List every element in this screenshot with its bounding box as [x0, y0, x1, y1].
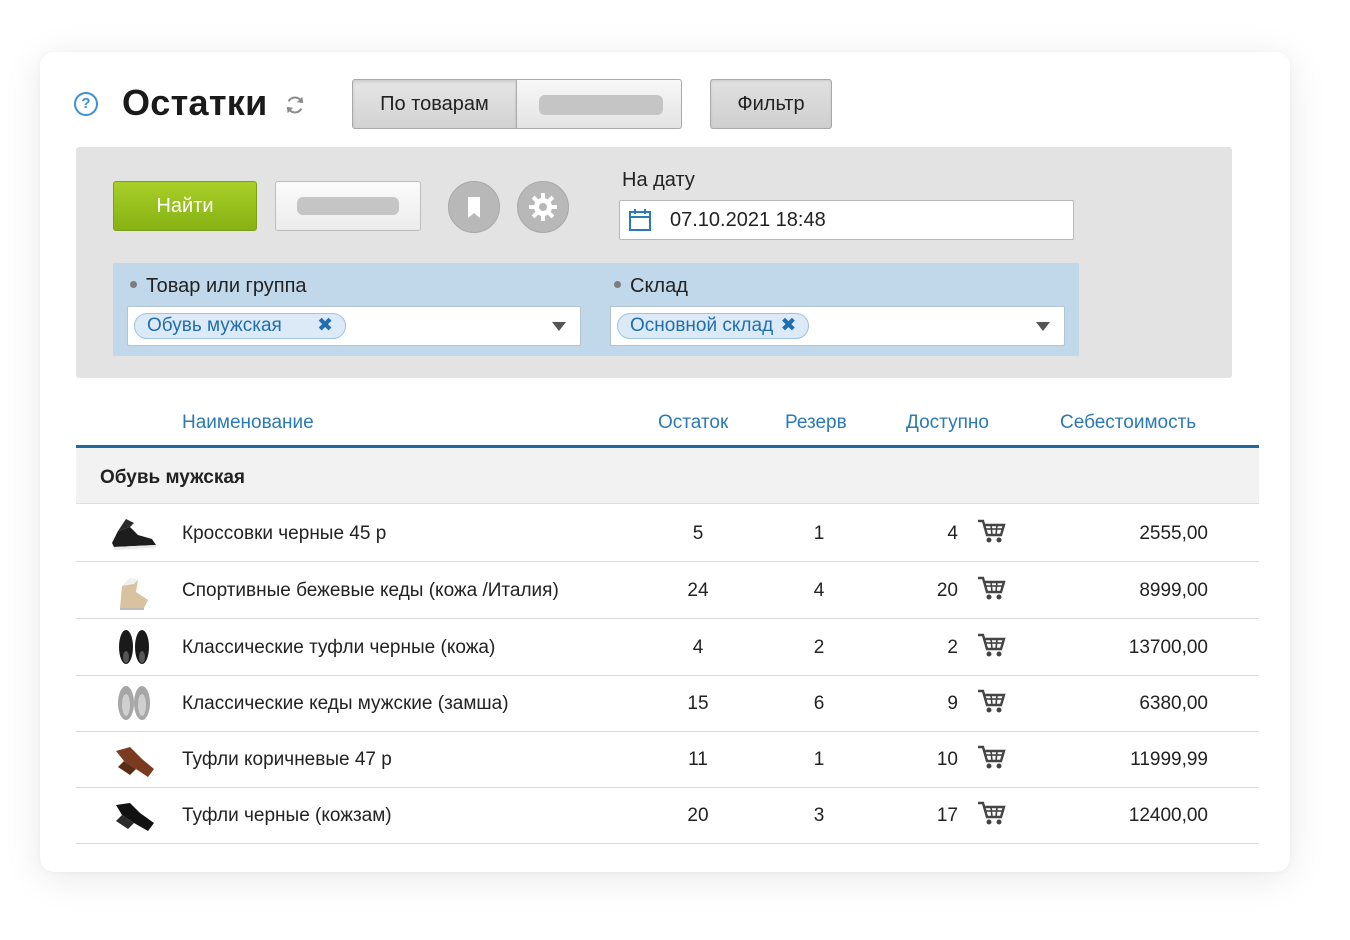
calendar-icon[interactable] [628, 208, 652, 232]
available-value: 2 [947, 637, 958, 658]
dropdown-arrow-icon[interactable] [1036, 322, 1050, 331]
product-name[interactable]: Классические кеды мужские (замша) [182, 693, 509, 715]
column-header-cost[interactable]: Себестоимость [1060, 412, 1196, 434]
cart-icon[interactable] [976, 517, 1006, 545]
tab-second[interactable] [517, 80, 681, 128]
reserve-value: 2 [813, 637, 825, 658]
tab-by-products[interactable]: По товарам [353, 80, 517, 128]
stock-value: 20 [687, 805, 709, 826]
product-thumbnail [118, 686, 150, 720]
tab-placeholder [539, 95, 663, 115]
cost-value: 11999,99 [1130, 749, 1208, 770]
product-chip-label: Обувь мужская [147, 315, 282, 336]
button-placeholder [297, 197, 399, 215]
gear-icon [529, 193, 557, 221]
warehouse-filter-label: Склад [614, 275, 688, 298]
product-thumbnail [119, 630, 149, 664]
table-row[interactable]: Классические туфли черные (кожа) 4 2 2 13700… [76, 619, 1259, 676]
product-thumbnail [120, 578, 148, 610]
page-title: Остатки [122, 82, 268, 123]
reserve-value: 1 [813, 749, 825, 770]
product-filter-label: Товар или группа [130, 275, 307, 298]
column-header-available[interactable]: Доступно [906, 412, 989, 434]
product-thumbnail [116, 747, 154, 777]
column-header-reserve[interactable]: Резерв [785, 412, 847, 434]
cart-icon[interactable] [976, 743, 1006, 771]
warehouse-select[interactable]: Основной склад ✖ [610, 306, 1065, 346]
stock-value: 11 [688, 749, 708, 770]
bullet-icon [130, 281, 137, 289]
product-name[interactable]: Кроссовки черные 45 р [182, 523, 386, 545]
warehouse-filter-label-text: Склад [630, 275, 688, 297]
product-thumbnail [116, 803, 154, 831]
stock-value: 24 [687, 580, 709, 601]
reserve-value: 3 [813, 805, 825, 826]
stock-value: 4 [692, 637, 704, 658]
settings-button[interactable] [517, 181, 569, 233]
available-value: 9 [947, 693, 958, 714]
product-name[interactable]: Туфли черные (кожзам) [182, 805, 392, 827]
bullet-icon [614, 281, 621, 289]
cart-icon[interactable] [976, 631, 1006, 659]
bookmark-icon [468, 197, 480, 218]
table-row[interactable]: Туфли коричневые 47 р 11 1 10 11999,99 [76, 731, 1259, 788]
dropdown-arrow-icon[interactable] [552, 322, 566, 331]
view-toggle: По товарам [352, 79, 682, 129]
table-row[interactable]: Кроссовки черные 45 р 5 1 4 2555,00 [76, 505, 1259, 562]
refresh-icon[interactable] [284, 94, 306, 116]
cost-value: 8999,00 [1139, 580, 1208, 601]
reserve-value: 6 [813, 693, 825, 714]
secondary-button[interactable] [275, 181, 421, 231]
table-row[interactable]: Туфли черные (кожзам) 20 3 17 12400,00 [76, 787, 1259, 844]
table-row[interactable]: Спортивные бежевые кеды (кожа /Италия) 24… [76, 562, 1259, 619]
group-label: Обувь мужская [100, 467, 246, 488]
stock-value: 5 [692, 523, 704, 544]
cost-value: 2555,00 [1139, 523, 1208, 544]
stock-value: 15 [687, 693, 709, 714]
available-value: 20 [936, 580, 958, 601]
available-value: 17 [936, 805, 958, 826]
product-thumbnail [112, 519, 156, 550]
cost-value: 6380,00 [1139, 693, 1208, 714]
cart-icon[interactable] [976, 574, 1006, 602]
remove-chip-icon[interactable]: ✖ [780, 315, 796, 336]
column-header-stock[interactable]: Остаток [658, 412, 728, 434]
product-chip: Обувь мужская ✖ [134, 313, 347, 339]
cost-value: 13700,00 [1128, 637, 1208, 658]
reserve-value: 1 [813, 523, 825, 544]
product-name[interactable]: Спортивные бежевые кеды (кожа /Италия) [182, 580, 559, 602]
reserve-value: 4 [813, 580, 825, 601]
column-header-name[interactable]: Наименование [182, 412, 314, 434]
date-value: 07.10.2021 18:48 [670, 209, 826, 231]
cart-icon[interactable] [976, 799, 1006, 827]
group-row[interactable]: Обувь мужская [76, 448, 1259, 504]
warehouse-chip-label: Основной склад [630, 315, 774, 336]
warehouse-chip: Основной склад ✖ [617, 313, 810, 339]
cart-icon[interactable] [976, 687, 1006, 715]
available-value: 10 [936, 749, 958, 770]
available-value: 4 [947, 523, 958, 544]
product-select[interactable]: Обувь мужская ✖ [127, 306, 581, 346]
table-row[interactable]: Классические кеды мужские (замша) 15 6 9 638… [76, 675, 1259, 732]
help-icon[interactable]: ? [74, 92, 98, 116]
date-input[interactable]: 07.10.2021 18:48 [619, 200, 1074, 240]
product-name[interactable]: Туфли коричневые 47 р [182, 749, 392, 771]
remove-chip-icon[interactable]: ✖ [317, 315, 333, 336]
cost-value: 12400,00 [1128, 805, 1208, 826]
product-name[interactable]: Классические туфли черные (кожа) [182, 637, 495, 659]
bookmark-button[interactable] [448, 181, 500, 233]
date-label: На дату [622, 169, 695, 191]
product-filter-label-text: Товар или группа [146, 275, 307, 297]
find-button[interactable]: Найти [113, 181, 257, 231]
filter-button[interactable]: Фильтр [710, 79, 832, 129]
